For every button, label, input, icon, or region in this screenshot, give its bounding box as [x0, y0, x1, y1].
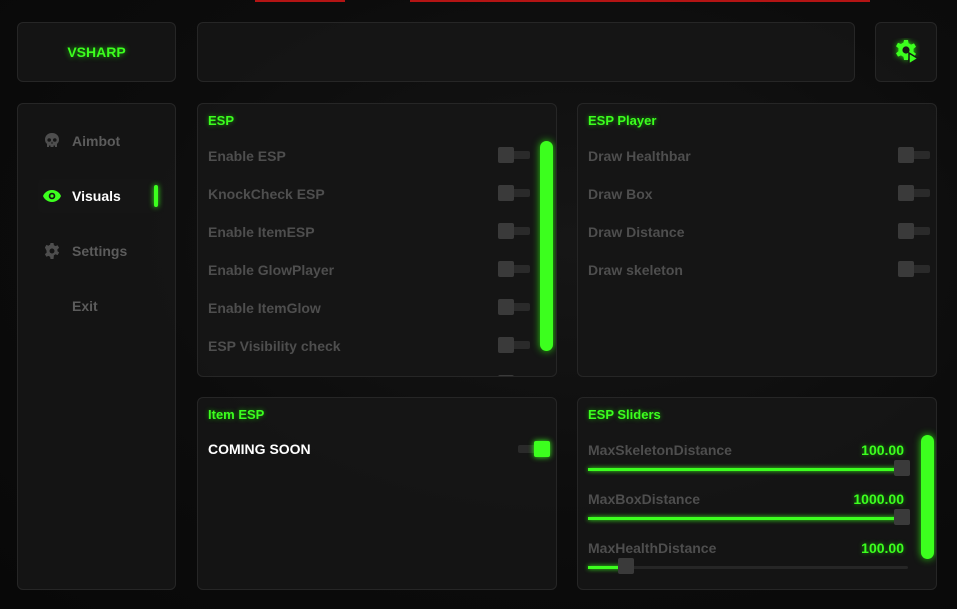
section-title: Item ESP [208, 407, 265, 422]
settings-button[interactable] [875, 22, 937, 82]
sidebar-item-aimbot[interactable]: Aimbot [38, 124, 177, 158]
slider-label: MaxBoxDistance [588, 491, 701, 507]
max-box-distance-slider[interactable] [588, 509, 910, 525]
slider-handle[interactable] [618, 558, 634, 574]
gear-icon [42, 241, 62, 261]
gear-play-icon [896, 40, 920, 66]
section-title: ESP Sliders [588, 407, 661, 422]
option-label: Draw skeleton [588, 262, 683, 278]
slider-value: 1000.00 [853, 491, 904, 507]
slider-handle[interactable] [894, 460, 910, 476]
logo-panel: VSHARP [17, 22, 176, 82]
sidebar-item-label: Visuals [72, 188, 121, 204]
item-esp-toggle[interactable] [518, 441, 550, 457]
top-bar [197, 22, 855, 82]
slider-fill [588, 517, 902, 520]
slider-value: 100.00 [861, 540, 904, 556]
slider-label: MaxHealthDistance [588, 540, 717, 556]
top-accent-line [410, 0, 870, 2]
enable-itemesp-toggle[interactable] [498, 223, 530, 239]
sidebar-item-exit[interactable]: Exit [38, 289, 177, 323]
knockcheck-esp-toggle[interactable] [498, 185, 530, 201]
esp-player-panel: ESP Player Draw Healthbar Draw Box Draw … [577, 103, 937, 377]
max-skeleton-distance-slider[interactable] [588, 460, 910, 476]
option-label: Draw Box [588, 186, 653, 202]
option-label: Enable ESP [208, 148, 286, 164]
option-label: Enable ItemGlow [208, 300, 321, 316]
option-label: Enable ItemESP [208, 224, 315, 240]
esp-visibility-check-toggle[interactable] [498, 337, 530, 353]
sidebar: Aimbot Visuals Settings Exit [17, 103, 176, 590]
slider-fill [588, 468, 902, 471]
sidebar-item-label: Settings [72, 243, 128, 259]
scrollbar-thumb[interactable] [540, 141, 553, 351]
active-indicator [154, 185, 158, 207]
skull-icon [42, 131, 62, 151]
sidebar-item-settings[interactable]: Settings [38, 234, 177, 268]
draw-healthbar-toggle[interactable] [898, 147, 930, 163]
slider-value: 100.00 [861, 442, 904, 458]
coming-soon-label: COMING SOON [208, 441, 311, 457]
enable-esp-toggle[interactable] [498, 147, 530, 163]
sidebar-item-label: Exit [72, 298, 98, 314]
draw-skeleton-toggle[interactable] [898, 261, 930, 277]
slider-handle[interactable] [894, 509, 910, 525]
max-health-distance-slider[interactable] [588, 558, 908, 574]
draw-box-toggle[interactable] [898, 185, 930, 201]
app-title: VSHARP [67, 44, 126, 60]
section-title: ESP [208, 113, 235, 128]
draw-distance-toggle[interactable] [898, 223, 930, 239]
sidebar-item-label: Aimbot [72, 133, 121, 149]
option-label: KnockCheck ESP [208, 186, 325, 202]
next-option-toggle[interactable] [498, 375, 530, 376]
esp-sliders-panel: ESP Sliders MaxSkeletonDistance 100.00 M… [577, 397, 937, 590]
eye-icon [42, 186, 62, 206]
option-label: ESP Visibility check [208, 338, 341, 354]
top-accent-line [255, 0, 345, 2]
option-label: Enable GlowPlayer [208, 262, 335, 278]
slider-label: MaxSkeletonDistance [588, 442, 732, 458]
enable-itemglow-toggle[interactable] [498, 299, 530, 315]
scrollbar-thumb[interactable] [921, 435, 934, 559]
sidebar-item-visuals[interactable]: Visuals [38, 179, 158, 213]
esp-panel: ESP Enable ESP KnockCheck ESP Enable Ite… [197, 103, 557, 377]
option-label: Draw Distance [588, 224, 685, 240]
enable-glowplayer-toggle[interactable] [498, 261, 530, 277]
item-esp-panel: Item ESP COMING SOON [197, 397, 557, 590]
option-label: Draw Healthbar [588, 148, 691, 164]
section-title: ESP Player [588, 113, 657, 128]
